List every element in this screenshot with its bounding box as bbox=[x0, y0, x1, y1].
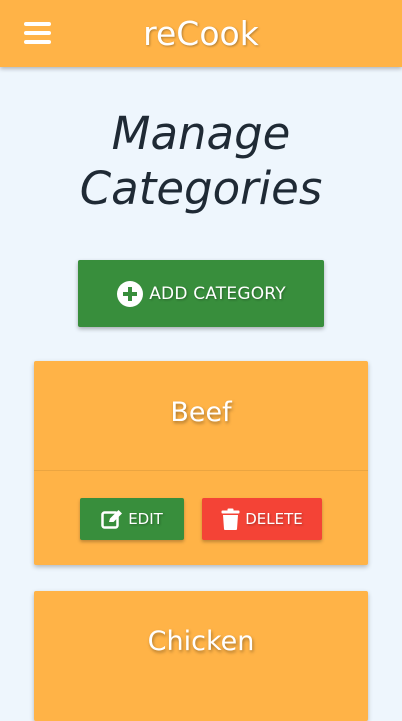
edit-button[interactable]: EDIT bbox=[80, 498, 184, 540]
edit-label: EDIT bbox=[128, 510, 163, 528]
page-title: Manage Categories bbox=[0, 106, 402, 216]
delete-button[interactable]: DELETE bbox=[202, 498, 322, 540]
category-name: Beef bbox=[170, 397, 232, 428]
plus-circle-icon bbox=[117, 280, 144, 307]
app-brand[interactable]: reCook bbox=[0, 14, 402, 54]
delete-label: DELETE bbox=[245, 510, 303, 528]
add-category-label: ADD CATEGORY bbox=[149, 283, 286, 304]
page-title-line1: Manage bbox=[111, 107, 291, 160]
category-card: Beef EDIT DELETE bbox=[34, 361, 368, 565]
category-name: Chicken bbox=[147, 626, 255, 657]
top-navbar: reCook bbox=[0, 0, 402, 67]
add-category-button[interactable]: ADD CATEGORY bbox=[78, 260, 324, 327]
trash-icon bbox=[221, 508, 240, 530]
page-title-line2: Categories bbox=[79, 162, 323, 215]
card-actions: EDIT DELETE bbox=[34, 471, 368, 565]
category-card: Chicken bbox=[34, 591, 368, 721]
edit-icon bbox=[101, 510, 123, 529]
